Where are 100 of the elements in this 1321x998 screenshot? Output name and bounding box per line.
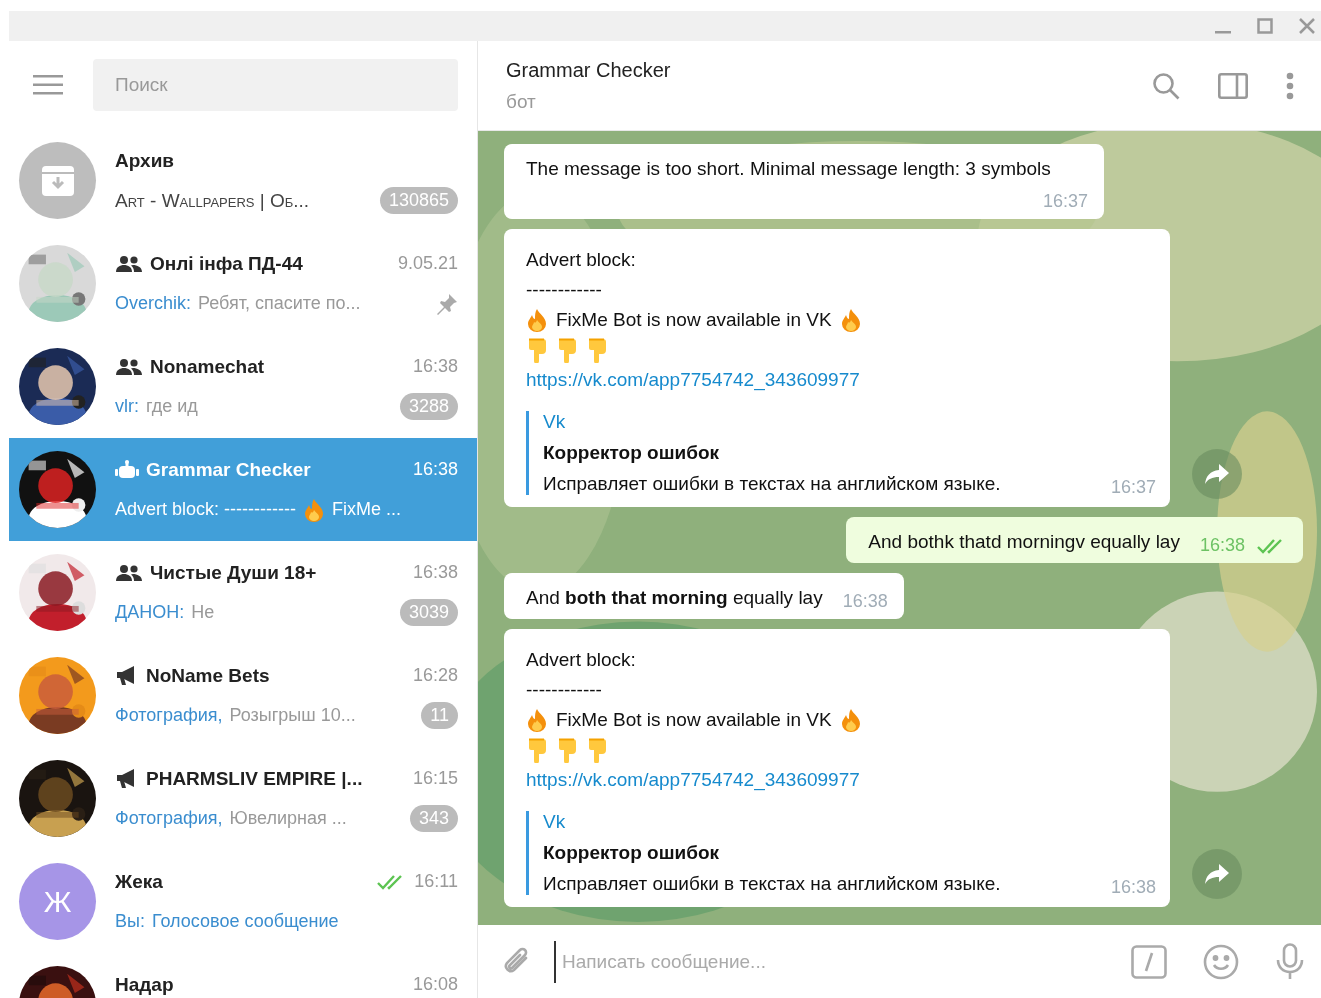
- pointing-hand-icon: [556, 337, 578, 363]
- preview-title: Корректор ошибок: [543, 442, 720, 464]
- arrow-icon: [1205, 464, 1229, 484]
- search-icon[interactable]: [1152, 71, 1180, 100]
- pointing-hand-icon: [526, 737, 548, 763]
- message-preview: Art - Wallpapers | Об...: [115, 189, 310, 212]
- chat-list-item[interactable]: Онлі інфа ПД-44 9.05.21 Overchik: Ребят, спасите по...: [9, 232, 477, 335]
- menu-icon[interactable]: [33, 75, 63, 95]
- chat-name: Онлі інфа ПД-44: [150, 252, 303, 275]
- chat-name: PHARMSLIV EMPIRE |...: [146, 767, 363, 790]
- chat-time: 16:11: [414, 871, 458, 892]
- chat-name: Жека: [115, 870, 163, 893]
- archive-icon: [40, 164, 75, 197]
- pointing-hand-icon: [526, 337, 548, 363]
- search-field[interactable]: Поиск: [93, 59, 458, 111]
- message-text: The message is too short. Minimal message length: 3 symbols: [526, 158, 1051, 180]
- pointing-hand-icon: [586, 337, 608, 363]
- sender-name: Вы:: [115, 911, 145, 932]
- close-icon[interactable]: [1299, 18, 1315, 34]
- robot-icon: [115, 459, 139, 480]
- chat-list-item[interactable]: Надар 16:08: [9, 953, 477, 998]
- message-text: Advert block:: [526, 649, 636, 671]
- unread-count: 11: [421, 702, 458, 729]
- media-label: Фотография,: [115, 705, 223, 726]
- arrow-icon: [1205, 864, 1229, 884]
- chat-list-item[interactable]: Архив Art - Wallpapers | Об... 130865: [9, 129, 477, 232]
- unread-count: 3039: [399, 599, 458, 626]
- message-preview: Ребят, спасите по...: [198, 293, 361, 314]
- message-preview: Не: [191, 602, 215, 623]
- link-preview[interactable]: Vk Корректор ошибок Исправляет ошибки в текстах на английском языке.: [526, 411, 1111, 495]
- message-text: Advert block:: [526, 249, 636, 271]
- chat-time: 16:28: [412, 665, 458, 686]
- fire-icon: [526, 308, 548, 332]
- unread-count: 343: [409, 805, 458, 832]
- preview-description: Исправляет ошибки в текстах на английском языке.: [543, 473, 1002, 495]
- chat-name: Надар: [115, 973, 174, 996]
- maximize-icon[interactable]: [1257, 18, 1273, 34]
- site-name: Vk: [543, 811, 567, 833]
- chat-name: NoName Bets: [146, 664, 270, 687]
- chat-time: 16:15: [412, 768, 458, 789]
- message-text: FixMe Bot is now available in VK: [556, 309, 832, 331]
- chat-name: Чистые Души 18+: [150, 561, 317, 584]
- sender-name: Overchik:: [115, 293, 192, 314]
- media-label: Голосовое сообщение: [151, 911, 339, 932]
- sender-name: ДАНОН:: [115, 602, 185, 623]
- message-text: And both that morning equally lay: [526, 587, 823, 609]
- message-time: 16:38: [842, 591, 888, 612]
- preview-title: Корректор ошибок: [543, 842, 720, 864]
- message-preview: где ид: [146, 396, 198, 417]
- chat-list-item[interactable]: PHARMSLIV EMPIRE |... 16:15 Фотография, Ювелирная ... 343: [9, 747, 477, 850]
- fire-icon: [839, 708, 862, 732]
- message-preview: Розыгрыш 10...: [229, 705, 356, 726]
- group-icon: [115, 563, 143, 582]
- message-preview: Ювелирная ...: [229, 808, 347, 829]
- microphone-icon[interactable]: [1275, 942, 1305, 981]
- more-icon[interactable]: [1286, 71, 1294, 100]
- message-time: 16:38: [1199, 535, 1245, 556]
- message-time: 16:37: [1110, 477, 1156, 498]
- chat-name: Nonamechat: [150, 355, 265, 378]
- message-time: 16:37: [1042, 191, 1088, 212]
- panel-icon[interactable]: [1218, 72, 1248, 99]
- message-text: ------------: [526, 679, 602, 701]
- chat-list-item[interactable]: NoName Bets 16:28 Фотография, Розыгрыш 10... 11: [9, 644, 477, 747]
- unread-count: 3288: [399, 393, 458, 420]
- chat-time: 16:38: [412, 459, 458, 480]
- chat-list-item[interactable]: Чистые Души 18+ 16:38 ДАНОН: Не 3039: [9, 541, 477, 644]
- emoji-icon[interactable]: [1203, 943, 1239, 980]
- chat-time: 16:08: [412, 974, 458, 995]
- message-text: FixMe Bot is now available in VK: [556, 709, 832, 731]
- media-label: Фотография,: [115, 808, 223, 829]
- message-text: ------------: [526, 279, 602, 301]
- chat-name: Архив: [115, 149, 174, 172]
- sender-name: vlr:: [115, 396, 139, 417]
- message-text: And bothk thatd morningv equally lay: [868, 531, 1180, 553]
- pointing-hand-icon: [556, 737, 578, 763]
- avatar: Ж: [19, 863, 96, 940]
- group-icon: [115, 254, 143, 273]
- forward-button[interactable]: [1192, 449, 1242, 499]
- message-preview: FixMe ...: [332, 499, 401, 520]
- site-name: Vk: [543, 411, 567, 433]
- chat-title: Grammar Checker: [506, 58, 672, 82]
- link-preview[interactable]: Vk Корректор ошибок Исправляет ошибки в текстах на английском языке.: [526, 811, 1111, 895]
- message-time: 16:38: [1110, 877, 1156, 898]
- pointing-hand-icon: [586, 737, 608, 763]
- group-icon: [115, 357, 143, 376]
- chat-time: 16:38: [412, 356, 458, 377]
- unread-count: 130865: [379, 187, 458, 214]
- fire-icon: [526, 708, 548, 732]
- forward-button[interactable]: [1192, 849, 1242, 899]
- chat-time: 16:38: [412, 562, 458, 583]
- chat-status: бот: [506, 90, 537, 113]
- link[interactable]: https://vk.com/app7754742_343609977: [526, 769, 860, 791]
- chat-name: Grammar Checker: [146, 458, 311, 481]
- fire-icon: [303, 497, 325, 522]
- command-icon[interactable]: [1131, 944, 1167, 979]
- link[interactable]: https://vk.com/app7754742_343609977: [526, 369, 860, 391]
- preview-description: Исправляет ошибки в текстах на английском языке.: [543, 873, 1002, 895]
- chat-list-item[interactable]: Nonamechat 16:38 vlr: где ид 3288: [9, 335, 477, 438]
- chat-time: 9.05.21: [397, 253, 458, 274]
- chat-list-item[interactable]: Ж Жека 16:11 Вы: Голосовое сообщение: [9, 850, 477, 953]
